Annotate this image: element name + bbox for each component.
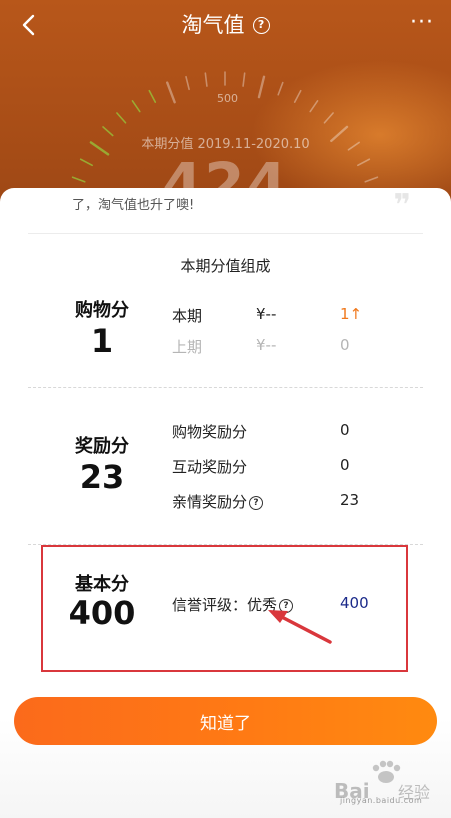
gauge-tick — [293, 89, 302, 103]
family-reward-value: 23 — [340, 491, 360, 509]
dashed-divider — [28, 387, 423, 388]
score-breakdown-card: 了，淘气值也升了噢! ❞ 本期分值组成 购物分 1 本期 ¥-- 1↑ 上期 ¥… — [0, 188, 451, 818]
reward-score-value: 23 — [79, 458, 125, 496]
current-period-amount: ¥-- — [256, 305, 277, 323]
annotation-highlight-box — [41, 545, 408, 672]
gauge-tick — [131, 100, 141, 113]
gauge-tick — [257, 75, 266, 99]
help-icon[interactable]: ? — [252, 16, 270, 34]
interaction-reward-value: 0 — [340, 456, 350, 474]
help-icon[interactable]: ? — [249, 495, 264, 510]
more-button[interactable]: ··· — [405, 8, 439, 38]
gauge-tick — [323, 112, 334, 124]
page-title: 淘气值 — [181, 13, 245, 37]
quote-mark-icon: ❞ — [393, 188, 411, 223]
gauge-tick — [185, 75, 190, 91]
previous-period-label: 上期 — [172, 338, 203, 356]
previous-period-score: 0 — [340, 336, 350, 354]
shopping-reward-value: 0 — [340, 421, 350, 439]
gauge-tick — [165, 81, 176, 104]
reward-score-title: 奖励分 — [75, 436, 129, 457]
interaction-reward-label: 互动奖励分 — [172, 458, 248, 476]
current-period-score: 1↑ — [340, 305, 363, 323]
nav-title-bar: 淘气值 ? — [0, 10, 451, 40]
previous-period-amount: ¥-- — [256, 336, 277, 354]
shopping-score-value: 1 — [90, 322, 114, 360]
gauge-tick — [116, 112, 127, 124]
shopping-reward-label: 购物奖励分 — [172, 423, 248, 441]
annotation-arrow-icon — [268, 610, 332, 644]
gauge-tick — [277, 81, 284, 96]
family-reward-label: 亲情奖励分 — [172, 493, 248, 511]
section-heading: 本期分值组成 — [180, 257, 271, 275]
gauge-tick — [242, 72, 246, 87]
gauge-tick — [309, 100, 319, 113]
family-reward-row: 亲情奖励分? — [172, 491, 264, 512]
intro-text: 了，淘气值也升了噢! — [72, 198, 195, 213]
watermark-url: jingyan.baidu.com — [340, 796, 423, 805]
gauge-tick — [148, 89, 157, 103]
divider — [28, 233, 423, 234]
shopping-score-title: 购物分 — [75, 300, 129, 321]
gauge-tick — [204, 72, 208, 87]
gauge-mark: 500 — [217, 92, 238, 105]
current-period-label: 本期 — [172, 307, 203, 325]
confirm-button[interactable]: 知道了 — [14, 697, 437, 745]
